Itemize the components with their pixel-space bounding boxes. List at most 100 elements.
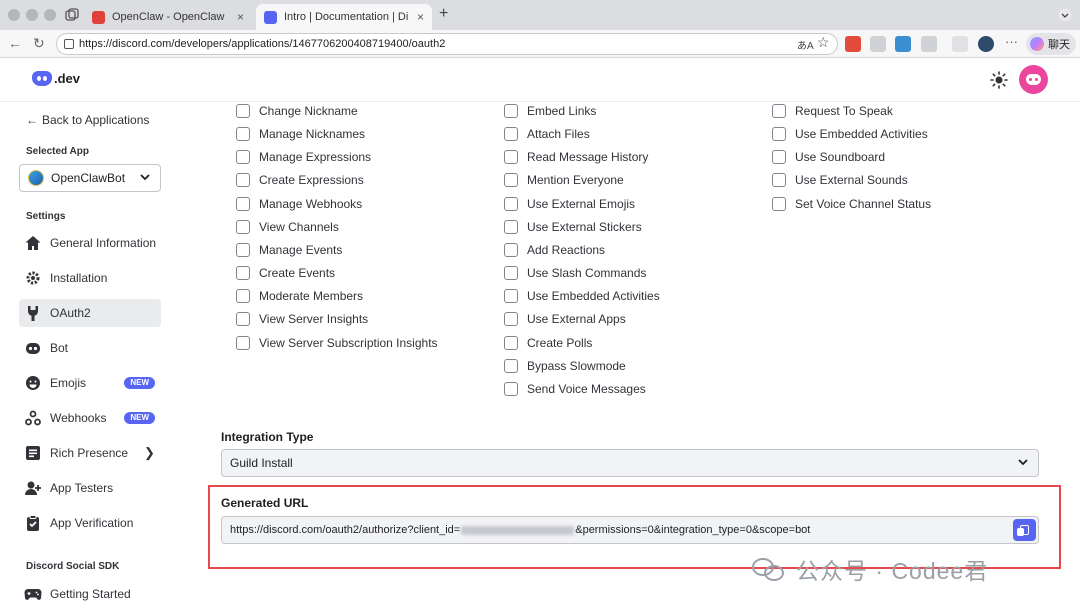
sidebar-item-webhooks[interactable]: Webhooks NEW: [19, 404, 161, 432]
checkbox[interactable]: [504, 312, 518, 327]
permission-checkbox-row[interactable]: Create Polls: [504, 335, 592, 350]
permission-checkbox-row[interactable]: Send Voice Messages: [504, 381, 646, 396]
favorite-star-icon[interactable]: ☆: [817, 34, 830, 51]
checkbox[interactable]: [236, 196, 250, 211]
checkbox[interactable]: [236, 219, 250, 234]
translate-icon[interactable]: あA: [797, 37, 814, 52]
permission-checkbox-row[interactable]: Create Expressions: [236, 173, 364, 188]
copilot-chat-button[interactable]: 聊天: [1026, 33, 1076, 55]
permission-checkbox-row[interactable]: Use Slash Commands: [504, 266, 646, 281]
checkbox[interactable]: [236, 173, 250, 188]
back-arrow-icon[interactable]: ←: [8, 35, 22, 51]
permission-checkbox-row[interactable]: Use Embedded Activities: [772, 127, 928, 142]
checkbox[interactable]: [772, 104, 786, 118]
extension-pdf-icon[interactable]: [845, 36, 861, 52]
permission-checkbox-row[interactable]: View Server Insights: [236, 312, 368, 327]
more-options-icon[interactable]: ···: [1005, 34, 1018, 49]
checkbox[interactable]: [772, 173, 786, 188]
checkbox[interactable]: [504, 335, 518, 350]
sidebar-item-general-information[interactable]: General Information: [19, 229, 161, 257]
sidebar-item-oauth2[interactable]: OAuth2: [19, 299, 161, 327]
permission-checkbox-row[interactable]: Read Message History: [504, 150, 648, 165]
checkbox[interactable]: [504, 289, 518, 304]
permission-checkbox-row[interactable]: Use External Stickers: [504, 219, 642, 234]
permission-checkbox-row[interactable]: Use Soundboard: [772, 150, 885, 165]
sidebar-item-installation[interactable]: Installation: [19, 264, 161, 292]
permission-checkbox-row[interactable]: Manage Expressions: [236, 150, 371, 165]
sidebar-item-emojis[interactable]: Emojis NEW: [19, 369, 161, 397]
new-tab-icon[interactable]: +: [439, 5, 448, 23]
checkbox[interactable]: [236, 150, 250, 165]
permission-checkbox-row[interactable]: Change Nickname: [236, 104, 358, 118]
permission-checkbox-row[interactable]: Bypass Slowmode: [504, 358, 626, 373]
sidebar-item-app-verification[interactable]: App Verification: [19, 509, 161, 537]
permission-checkbox-row[interactable]: Manage Events: [236, 242, 342, 257]
extensions-puzzle-icon[interactable]: [921, 36, 937, 52]
extension-screenshot-icon[interactable]: [895, 36, 911, 52]
copy-url-button[interactable]: [1013, 519, 1036, 541]
permission-checkbox-row[interactable]: Use External Sounds: [772, 173, 908, 188]
tab-overview-icon[interactable]: [65, 8, 79, 22]
checkbox[interactable]: [504, 150, 518, 165]
generated-url-field[interactable]: https://discord.com/oauth2/authorize?cli…: [221, 516, 1039, 544]
sidebar-item-getting-started[interactable]: Getting Started: [19, 580, 161, 608]
reload-icon[interactable]: ↻: [33, 35, 45, 52]
tab-discord-docs[interactable]: Intro | Documentation | Discord D ×: [256, 4, 432, 30]
sidebar-item-label: Installation: [50, 271, 108, 285]
close-window-button[interactable]: [8, 9, 20, 21]
permission-checkbox-row[interactable]: Mention Everyone: [504, 173, 624, 188]
minimize-window-button[interactable]: [26, 9, 38, 21]
theme-toggle-sun-icon[interactable]: [990, 71, 1008, 89]
checkbox[interactable]: [772, 150, 786, 165]
permission-checkbox-row[interactable]: Manage Webhooks: [236, 196, 362, 211]
back-to-applications-link[interactable]: ← Back to Applications: [26, 113, 149, 127]
permission-checkbox-row[interactable]: Use External Emojis: [504, 196, 635, 211]
checkbox[interactable]: [504, 196, 518, 211]
permission-checkbox-row[interactable]: Attach Files: [504, 127, 590, 142]
permission-checkbox-row[interactable]: Use Embedded Activities: [504, 289, 660, 304]
permission-checkbox-row[interactable]: Request To Speak: [772, 104, 893, 118]
sidebar-item-app-testers[interactable]: App Testers: [19, 474, 161, 502]
checkbox[interactable]: [236, 127, 250, 142]
checkbox[interactable]: [236, 266, 250, 281]
checkbox[interactable]: [236, 242, 250, 257]
checkbox[interactable]: [504, 266, 518, 281]
profile-icon[interactable]: [978, 36, 994, 52]
tab-list-chevron-icon[interactable]: [1058, 8, 1072, 22]
permission-checkbox-row[interactable]: View Server Subscription Insights: [236, 335, 438, 350]
close-tab-icon[interactable]: ×: [417, 10, 424, 24]
app-selector[interactable]: OpenClawBot: [19, 164, 161, 192]
user-avatar[interactable]: [1019, 65, 1048, 94]
checkbox[interactable]: [236, 104, 250, 118]
integration-type-select[interactable]: Guild Install: [221, 449, 1039, 477]
address-bar[interactable]: https://discord.com/developers/applicati…: [56, 33, 838, 55]
checkbox[interactable]: [236, 312, 250, 327]
sidebar-item-bot[interactable]: Bot: [19, 334, 161, 362]
discord-dev-logo[interactable]: .dev: [32, 71, 80, 86]
permission-checkbox-row[interactable]: Set Voice Channel Status: [772, 196, 931, 211]
checkbox[interactable]: [504, 127, 518, 142]
permission-checkbox-row[interactable]: Embed Links: [504, 104, 596, 118]
permission-checkbox-row[interactable]: Create Events: [236, 266, 335, 281]
checkbox[interactable]: [504, 358, 518, 373]
extension-qr-icon[interactable]: [870, 36, 886, 52]
checkbox[interactable]: [236, 335, 250, 350]
checkbox[interactable]: [236, 289, 250, 304]
collections-icon[interactable]: [952, 36, 968, 52]
checkbox[interactable]: [504, 104, 518, 118]
permission-checkbox-row[interactable]: Moderate Members: [236, 289, 363, 304]
checkbox[interactable]: [504, 173, 518, 188]
tab-openclaw[interactable]: OpenClaw - OpenClaw ×: [84, 4, 252, 30]
checkbox[interactable]: [772, 127, 786, 142]
sidebar-item-rich-presence[interactable]: Rich Presence ❯: [19, 439, 161, 467]
checkbox[interactable]: [504, 381, 518, 396]
permission-checkbox-row[interactable]: Use External Apps: [504, 312, 626, 327]
checkbox[interactable]: [504, 219, 518, 234]
permission-checkbox-row[interactable]: View Channels: [236, 219, 339, 234]
permission-checkbox-row[interactable]: Manage Nicknames: [236, 127, 365, 142]
checkbox[interactable]: [772, 196, 786, 211]
close-tab-icon[interactable]: ×: [237, 10, 244, 24]
checkbox[interactable]: [504, 242, 518, 257]
zoom-window-button[interactable]: [44, 9, 56, 21]
permission-checkbox-row[interactable]: Add Reactions: [504, 242, 605, 257]
